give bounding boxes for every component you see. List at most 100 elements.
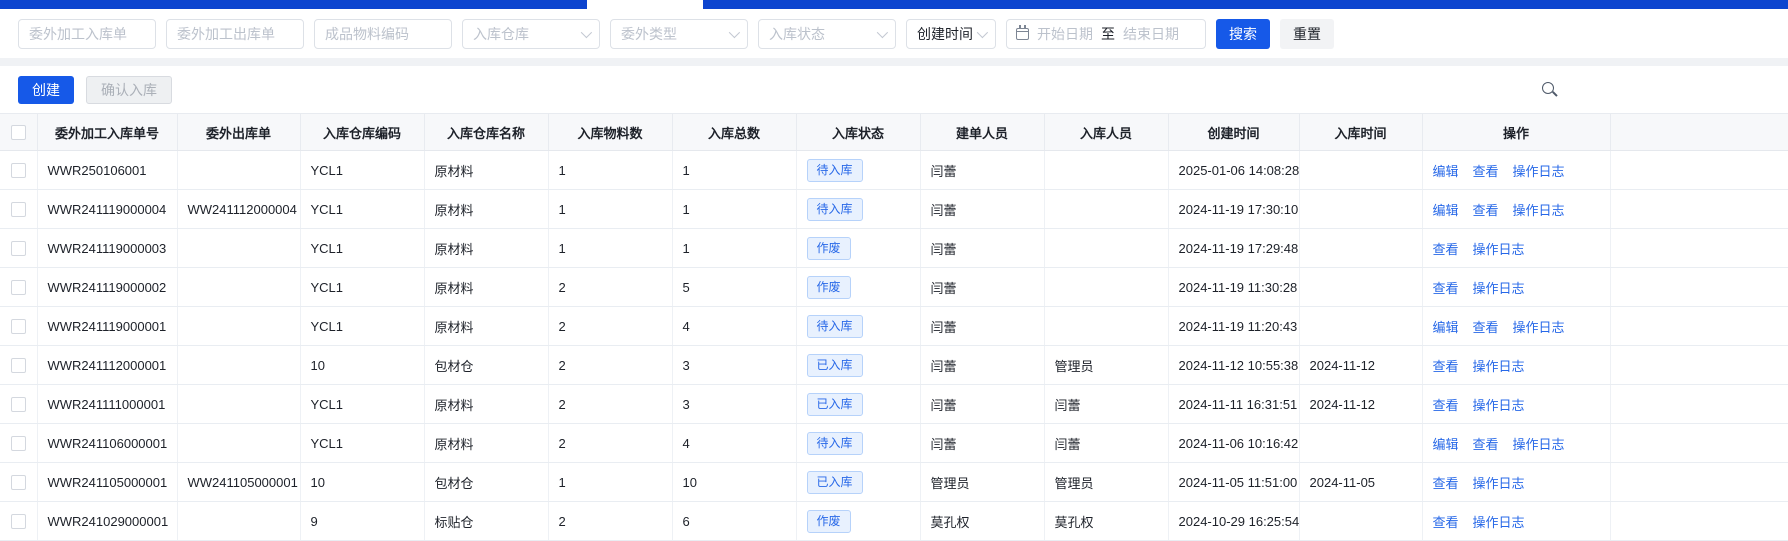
cell-status: 作废 xyxy=(796,267,921,307)
operation-log-link[interactable]: 操作日志 xyxy=(1513,203,1565,218)
inbound-orders-table: 委外加工入库单号 委外出库单 入库仓库编码 入库仓库名称 入库物料数 入库总数 … xyxy=(0,113,1788,541)
cell-operator xyxy=(1044,306,1169,346)
actions-cell: 查看 操作日志 xyxy=(1422,267,1611,307)
filter-inbound-order-input[interactable] xyxy=(18,19,156,49)
create-button[interactable]: 创建 xyxy=(18,76,74,104)
cell-creator: 闫蕾 xyxy=(920,423,1045,463)
cell-warehouse-name: 包材仓 xyxy=(424,462,549,502)
cell-order-no: WWR241112000001 xyxy=(37,345,178,385)
cell-operator: 管理员 xyxy=(1044,462,1169,502)
search-icon[interactable] xyxy=(1542,82,1554,94)
operation-log-link[interactable]: 操作日志 xyxy=(1473,398,1525,413)
col-warehouse-name: 入库仓库名称 xyxy=(424,113,549,151)
actions-cell: 编辑 查看 操作日志 xyxy=(1422,150,1611,190)
edit-link[interactable]: 编辑 xyxy=(1433,164,1459,179)
col-order-no: 委外加工入库单号 xyxy=(37,113,178,151)
view-link[interactable]: 查看 xyxy=(1473,203,1499,218)
filler-cell xyxy=(1610,384,1788,424)
filter-outsource-type-select[interactable]: 委外类型 xyxy=(610,19,748,49)
cell-creator: 闫蕾 xyxy=(920,228,1045,268)
operation-log-link[interactable]: 操作日志 xyxy=(1473,515,1525,530)
search-button[interactable]: 搜索 xyxy=(1216,19,1270,49)
filter-warehouse-select[interactable]: 入库仓库 xyxy=(462,19,600,49)
view-link[interactable]: 查看 xyxy=(1473,320,1499,335)
cell-order-no: WWR241119000002 xyxy=(37,267,178,307)
table-header-row: 委外加工入库单号 委外出库单 入库仓库编码 入库仓库名称 入库物料数 入库总数 … xyxy=(0,113,1788,151)
cell-warehouse-name: 原材料 xyxy=(424,228,549,268)
cell-warehouse-name: 原材料 xyxy=(424,306,549,346)
row-checkbox[interactable] xyxy=(10,241,26,257)
select-all-checkbox[interactable] xyxy=(10,125,26,141)
reset-button[interactable]: 重置 xyxy=(1280,19,1334,49)
filter-inbound-status-select[interactable]: 入库状态 xyxy=(758,19,896,49)
cell-outbound-no: WW241105000001 xyxy=(177,462,301,502)
row-checkbox[interactable] xyxy=(10,358,26,374)
cell-creator: 闫蕾 xyxy=(920,306,1045,346)
chevron-down-icon xyxy=(580,26,593,39)
status-badge: 待入库 xyxy=(806,158,863,182)
cell-total-count: 6 xyxy=(672,501,797,541)
top-nav-bar xyxy=(0,0,1788,9)
confirm-inbound-button[interactable]: 确认入库 xyxy=(86,76,172,104)
row-checkbox[interactable] xyxy=(10,280,26,296)
status-badge: 作废 xyxy=(806,509,851,533)
edit-link[interactable]: 编辑 xyxy=(1433,320,1459,335)
filter-outbound-order-input[interactable] xyxy=(166,19,304,49)
operation-log-link[interactable]: 操作日志 xyxy=(1473,281,1525,296)
cell-inbound-at xyxy=(1299,423,1423,463)
calendar-icon xyxy=(1016,25,1029,40)
active-tab-notch[interactable] xyxy=(587,0,703,9)
row-checkbox[interactable] xyxy=(10,319,26,335)
cell-outbound-no: WW241112000004 xyxy=(177,189,301,229)
view-link[interactable]: 查看 xyxy=(1433,359,1459,374)
view-link[interactable]: 查看 xyxy=(1433,242,1459,257)
operation-log-link[interactable]: 操作日志 xyxy=(1513,437,1565,452)
table-row: WWR250106001 YCL1 原材料 1 1 待入库 闫蕾 2025-01… xyxy=(0,150,1788,190)
filter-warehouse-placeholder: 入库仓库 xyxy=(473,26,529,42)
operation-log-link[interactable]: 操作日志 xyxy=(1513,164,1565,179)
col-filler xyxy=(1610,113,1788,151)
filter-date-range-picker[interactable]: 开始日期 至 结束日期 xyxy=(1006,19,1206,49)
actions-cell: 查看 操作日志 xyxy=(1422,345,1611,385)
filler-cell xyxy=(1610,462,1788,502)
table-row: WWR241119000001 YCL1 原材料 2 4 待入库 闫蕾 2024… xyxy=(0,306,1788,346)
row-checkbox[interactable] xyxy=(10,436,26,452)
filter-time-field-select[interactable]: 创建时间 xyxy=(906,19,996,49)
row-checkbox[interactable] xyxy=(10,475,26,491)
cell-created-at: 2024-10-29 16:25:54 xyxy=(1168,501,1300,541)
row-checkbox[interactable] xyxy=(10,202,26,218)
filter-material-code-input[interactable] xyxy=(314,19,452,49)
table-row: WWR241119000002 YCL1 原材料 2 5 作废 闫蕾 2024-… xyxy=(0,267,1788,307)
edit-link[interactable]: 编辑 xyxy=(1433,437,1459,452)
filler-cell xyxy=(1610,189,1788,229)
cell-creator: 闫蕾 xyxy=(920,189,1045,229)
view-link[interactable]: 查看 xyxy=(1473,164,1499,179)
cell-operator: 闫蕾 xyxy=(1044,384,1169,424)
col-warehouse-code: 入库仓库编码 xyxy=(300,113,425,151)
status-badge: 已入库 xyxy=(806,392,863,416)
cell-created-at: 2024-11-06 10:16:42 xyxy=(1168,423,1300,463)
cell-total-count: 1 xyxy=(672,150,797,190)
cell-creator: 闫蕾 xyxy=(920,384,1045,424)
cell-warehouse-code: YCL1 xyxy=(300,384,425,424)
cell-material-count: 2 xyxy=(548,306,673,346)
view-link[interactable]: 查看 xyxy=(1433,476,1459,491)
cell-inbound-at: 2024-11-12 xyxy=(1299,384,1423,424)
operation-log-link[interactable]: 操作日志 xyxy=(1473,242,1525,257)
operation-log-link[interactable]: 操作日志 xyxy=(1473,476,1525,491)
col-status: 入库状态 xyxy=(796,113,921,151)
filter-time-field-value: 创建时间 xyxy=(917,26,973,42)
edit-link[interactable]: 编辑 xyxy=(1433,203,1459,218)
view-link[interactable]: 查看 xyxy=(1433,281,1459,296)
date-end-placeholder: 结束日期 xyxy=(1123,26,1179,42)
view-link[interactable]: 查看 xyxy=(1433,515,1459,530)
view-link[interactable]: 查看 xyxy=(1433,398,1459,413)
operation-log-link[interactable]: 操作日志 xyxy=(1473,359,1525,374)
row-checkbox[interactable] xyxy=(10,163,26,179)
cell-operator xyxy=(1044,150,1169,190)
row-checkbox[interactable] xyxy=(10,514,26,530)
operation-log-link[interactable]: 操作日志 xyxy=(1513,320,1565,335)
row-checkbox[interactable] xyxy=(10,397,26,413)
cell-warehouse-name: 包材仓 xyxy=(424,345,549,385)
view-link[interactable]: 查看 xyxy=(1473,437,1499,452)
